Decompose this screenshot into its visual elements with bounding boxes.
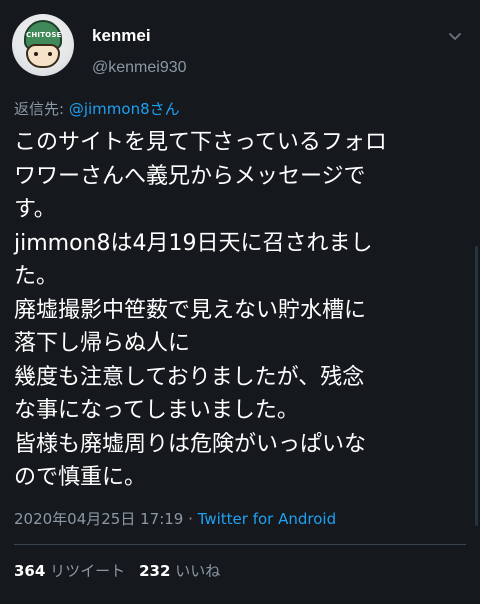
reply-prefix: 返信先:: [14, 100, 69, 118]
likes-stat[interactable]: 232 いいね: [139, 562, 220, 580]
retweet-count: 364: [14, 562, 46, 580]
tweet-detail: CHITOSE kenmei @kenmei930 返信先: @jimmon8さ…: [0, 0, 480, 604]
tweet-text-line: た。: [14, 264, 59, 289]
avatar-eye-left: [34, 52, 38, 56]
user-handle[interactable]: @kenmei930: [92, 59, 187, 77]
scrollbar[interactable]: [475, 246, 478, 526]
tweet-text-line: 皆様も廃墟周りは危険がいっぱいな: [14, 431, 367, 457]
tweet-text-line: 落下し帰らぬ人に: [14, 331, 191, 356]
tweet-text-line: ワワーさんへ義兄からメッセージで: [14, 163, 366, 189]
avatar-face: [26, 44, 60, 68]
source-link[interactable]: Twitter for Android: [198, 510, 336, 528]
tweet-text-line: このサイトを見て下さっているフォロ: [14, 130, 387, 155]
tweet-text-line: ので慎重に。: [14, 465, 147, 490]
divider: [14, 544, 466, 545]
timestamp[interactable]: 2020年04月25日 17:19: [14, 510, 183, 528]
tweet-text-line: す。: [14, 197, 56, 222]
tweet-text-line: な事になってしまいました。: [14, 398, 299, 423]
user-info[interactable]: kenmei @kenmei930: [92, 26, 187, 77]
like-label: いいね: [175, 562, 221, 580]
retweet-label: リツイート: [50, 562, 126, 580]
more-options-button[interactable]: [446, 30, 464, 44]
retweets-stat[interactable]: 364 リツイート: [14, 562, 125, 580]
tweet-meta: 2020年04月25日 17:19 · Twitter for Android: [14, 508, 336, 529]
chevron-down-icon: [449, 33, 461, 40]
reply-to: 返信先: @jimmon8さん: [14, 98, 180, 119]
tweet-stats: 364 リツイート 232 いいね: [14, 560, 220, 581]
avatar-helmet-text: CHITOSE: [26, 31, 62, 39]
tweet-text-line: jimmon8は4月19日天に召されまし: [14, 230, 373, 256]
avatar-eye-right: [48, 52, 52, 56]
reply-mention-link[interactable]: @jimmon8さん: [69, 100, 180, 118]
meta-separator: ·: [183, 510, 198, 528]
tweet-text: このサイトを見て下さっているフォロ ワワーさんへ義兄からメッセージで す。 ji…: [14, 126, 470, 495]
like-count: 232: [139, 562, 171, 580]
tweet-text-line: 幾度も注意しておりましたが、残念: [14, 364, 365, 390]
avatar[interactable]: CHITOSE: [12, 14, 74, 76]
display-name[interactable]: kenmei: [92, 26, 187, 46]
tweet-text-line: 廃墟撮影中笹薮で見えない貯水槽に: [14, 297, 367, 323]
